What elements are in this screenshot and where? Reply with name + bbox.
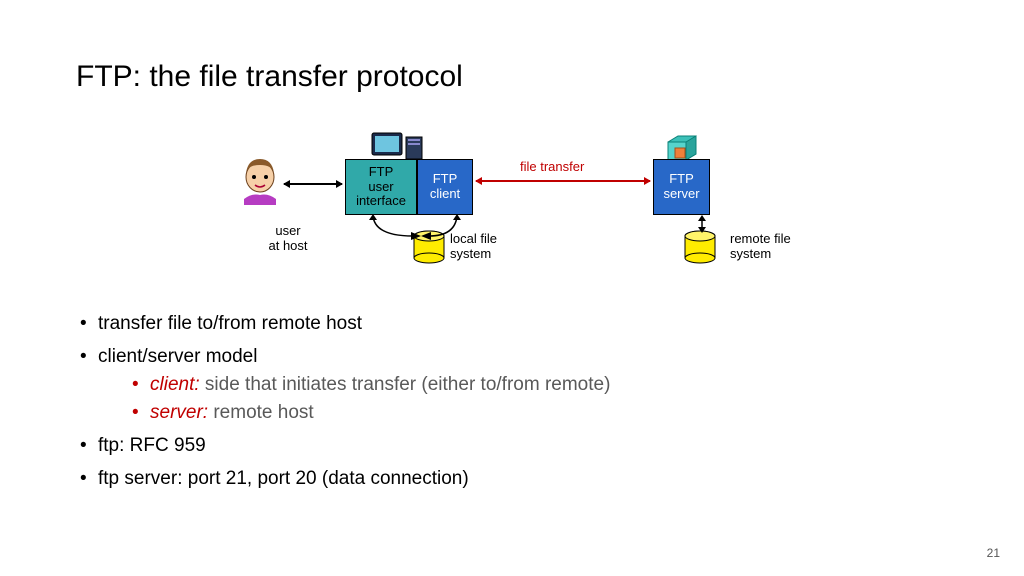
- bullet-text: client/server model: [98, 346, 257, 367]
- remote-file-system-label: remote filesystem: [730, 232, 820, 262]
- bullet-text: ftp: RFC 959: [98, 435, 206, 456]
- file-transfer-label: file transfer: [520, 159, 584, 174]
- bullet-text: ftp server: port 21, port 20 (data conne…: [98, 468, 469, 489]
- keyword-client: client:: [150, 374, 200, 395]
- sub-bullet-item: client: side that initiates transfer (ei…: [132, 374, 958, 396]
- sub-bullet-item: server: remote host: [132, 402, 958, 424]
- local-file-system-label: local filesystem: [450, 232, 530, 262]
- remote-disk-icon: [683, 230, 717, 264]
- bullet-item: ftp: RFC 959: [78, 435, 958, 457]
- server-tower-icon: [666, 134, 698, 160]
- bullet-item: ftp server: port 21, port 20 (data conne…: [78, 468, 958, 490]
- bullet-list: transfer file to/from remote host client…: [78, 313, 958, 501]
- user-at-host-label: userat host: [258, 224, 318, 254]
- ftp-user-interface-box: FTPuserinterface: [345, 159, 417, 215]
- user-person-icon: [238, 155, 282, 205]
- ftp-client-box: FTPclient: [417, 159, 473, 215]
- page-number: 21: [987, 546, 1000, 560]
- ftp-diagram: FTPuserinterface FTPclient file transfer…: [220, 130, 820, 290]
- keyword-server: server:: [150, 402, 208, 423]
- slide-title: FTP: the file transfer protocol: [76, 60, 463, 94]
- bullet-text: transfer file to/from remote host: [98, 313, 362, 334]
- arrow-server-to-remote-disk: [696, 215, 708, 233]
- sub-bullet-text: remote host: [208, 402, 314, 423]
- bullet-item: transfer file to/from remote host: [78, 313, 958, 335]
- ftp-server-box: FTPserver: [653, 159, 710, 215]
- computer-icon: [370, 131, 426, 161]
- sub-bullet-text: side that initiates transfer (either to/…: [200, 374, 611, 395]
- bullet-item: client/server model client: side that in…: [78, 346, 958, 424]
- arrow-file-transfer: [476, 180, 650, 182]
- arrow-user-to-ui: [284, 183, 342, 185]
